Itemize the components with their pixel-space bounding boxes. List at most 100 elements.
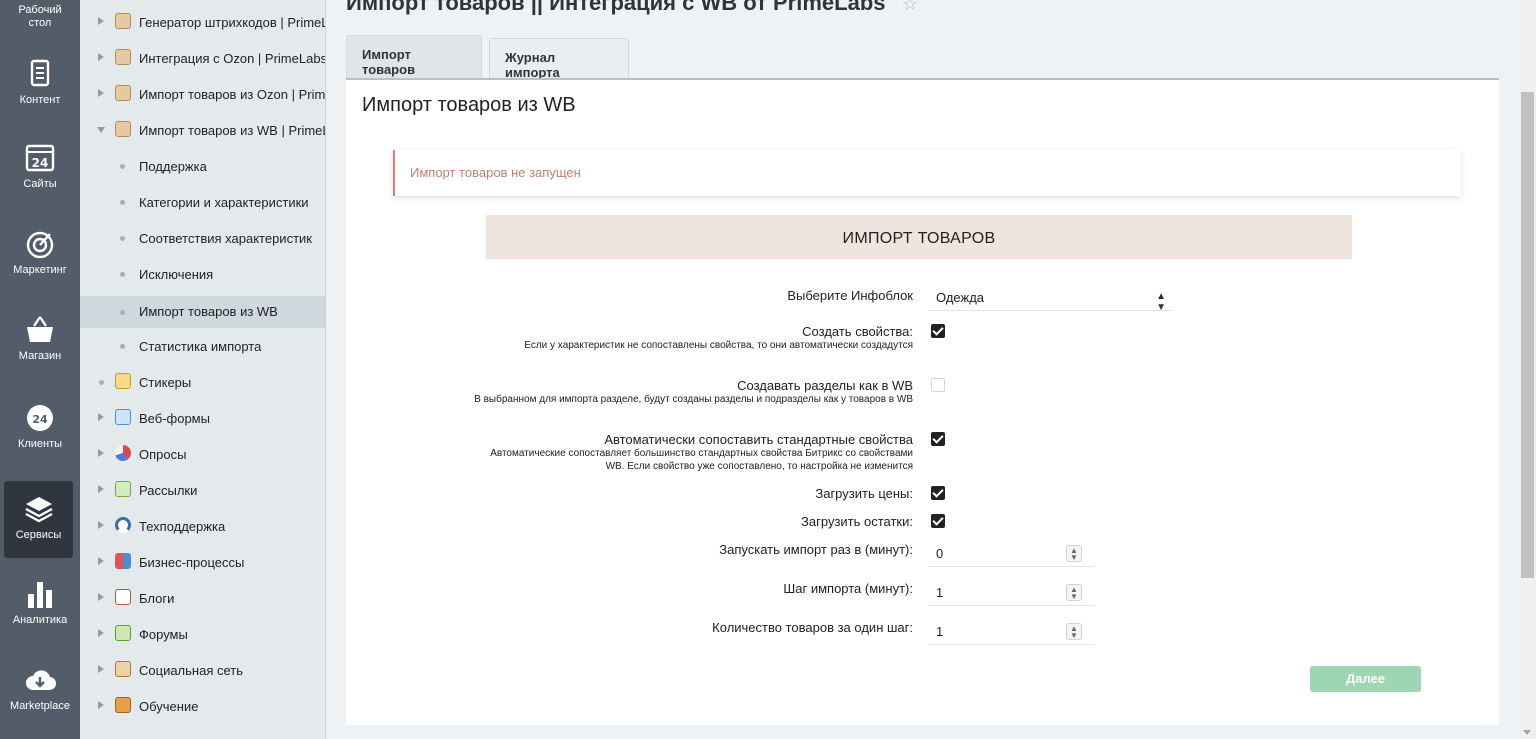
collapse-arrow-icon[interactable] [97,127,105,133]
star-icon[interactable]: ☆ [902,0,918,15]
nav-desktop-label: Рабочий стол [18,4,62,29]
tree-item-label: Соответствия характеристик [139,231,312,246]
tree-item-barcode[interactable]: Генератор штрихкодов | PrimeLabs [80,6,325,38]
svg-text:24: 24 [32,413,48,426]
expand-arrow-icon[interactable] [98,485,104,493]
page-title: Импорт товаров || Интеграция с WB от Pri… [346,0,886,15]
tree-item-matches[interactable]: Соответствия характеристик [80,222,325,254]
tree-item-wb-import[interactable]: Импорт товаров из WB | PrimeLabs [80,114,325,146]
auto-match-checkbox[interactable] [931,432,945,446]
tree-item-label: Опросы [139,447,187,462]
stepper-icon[interactable]: ▲ ▼ [1066,623,1082,640]
nav-marketplace[interactable]: Marketplace [0,664,80,713]
bullet-icon [120,310,125,315]
tree-item-ozon-import[interactable]: Импорт товаров из Ozon | PrimeLabs [80,78,326,110]
tab-import-log[interactable]: Журнал импорта [489,38,629,80]
next-button[interactable]: Далее [1310,666,1421,692]
book-icon [115,697,131,713]
tree-item-label: Стикеры [139,375,192,390]
tree-item-stickers[interactable]: Стикеры [80,366,325,398]
tree-item-label: Импорт товаров из Ozon | PrimeLabs [139,87,326,102]
module-icon [115,49,131,65]
interval-label: Запускать импорт раз в (минут): [719,542,913,557]
create-sections-checkbox[interactable] [931,378,945,392]
bullet-icon [99,380,104,385]
expand-arrow-icon[interactable] [98,53,104,61]
alert-text: Импорт товаров не запущен [410,165,581,180]
iblock-select[interactable]: Одежда ▲ ▼ [928,283,1172,313]
nav-content[interactable]: Контент [0,58,80,107]
expand-arrow-icon[interactable] [98,593,104,601]
expand-arrow-icon[interactable] [98,665,104,673]
expand-arrow-icon[interactable] [98,629,104,637]
nav-marketing[interactable]: Маркетинг [0,228,80,277]
tree-item-forums[interactable]: Форумы [80,618,325,650]
iblock-label: Выберите Инфоблок [787,288,913,303]
tree-item-polls[interactable]: Опросы [80,438,325,470]
create-sections-label: Создавать разделы как в WB [737,378,913,393]
tree-item-bizproc[interactable]: Бизнес-процессы [80,546,325,578]
nav-clients-label: Клиенты [17,438,63,450]
interval-value: 0 [936,546,944,561]
tree-item-import-stats[interactable]: Статистика импорта [80,330,325,362]
select-arrows-icon: ▲ ▼ [1156,291,1166,313]
interval-input[interactable]: 0 ▲ ▼ [928,539,1094,567]
tree-item-support[interactable]: Поддержка [80,150,325,182]
prices-checkbox[interactable] [931,486,945,500]
tree-item-wb-import-page[interactable]: Импорт товаров из WB [80,296,325,328]
nav-clients[interactable]: 24 Клиенты [0,402,80,451]
bar-chart-icon [28,582,52,608]
tree-item-helpdesk[interactable]: Техподдержка [80,510,325,542]
status-alert: Импорт товаров не запущен [393,150,1461,196]
create-sections-hint: В выбранном для импорта разделе, будут с… [474,394,913,405]
expand-arrow-icon[interactable] [98,521,104,529]
tree-item-mailing[interactable]: Рассылки [80,474,325,506]
module-icon [115,121,131,137]
prices-label: Загрузить цены: [815,486,913,501]
expand-arrow-icon[interactable] [98,89,104,97]
create-props-hint: Если у характеристик не сопоставлены сво… [524,340,913,351]
tree-item-label: Обучение [139,699,199,714]
tree-item-label: Генератор штрихкодов | PrimeLabs [139,15,325,30]
create-props-checkbox[interactable] [931,324,945,338]
tree-item-exceptions[interactable]: Исключения [80,258,325,290]
nav-analytics[interactable]: Аналитика [0,578,80,627]
tree-item-categories[interactable]: Категории и характеристики [80,186,325,218]
tree-item-label: Блоги [139,591,175,606]
stepper-icon[interactable]: ▲ ▼ [1066,545,1082,562]
expand-arrow-icon[interactable] [98,17,104,25]
tab-import[interactable]: Импорт товаров [346,35,482,79]
bullet-icon [120,236,125,241]
expand-arrow-icon[interactable] [98,701,104,709]
tree-item-webforms[interactable]: Веб-формы [80,402,325,434]
sticker-icon [115,373,131,389]
scrollbar-thumb[interactable] [1521,92,1534,578]
expand-arrow-icon[interactable] [98,557,104,565]
nav-services[interactable]: Сервисы [4,481,73,558]
tree-item-ozon-integration[interactable]: Интеграция с Ozon | PrimeLabs [80,42,325,74]
tree-item-label: Статистика импорта [139,339,262,354]
services-tree-menu: Генератор штрихкодов | PrimeLabs Интегра… [80,0,326,739]
tree-item-blogs[interactable]: Блоги [80,582,325,614]
page-scrollbar[interactable] [1519,0,1536,739]
auto-match-hint: Автоматические сопоставляет большинство … [490,448,913,472]
envelope-icon [115,481,131,497]
step-input[interactable]: 1 ▲ ▼ [928,578,1094,606]
scroll-down-icon[interactable] [1523,730,1531,735]
tree-item-learning[interactable]: Обучение [80,690,325,722]
stepper-icon[interactable]: ▲ ▼ [1066,584,1082,601]
iblock-select-value: Одежда [936,290,985,305]
nav-sites-label: Сайты [23,178,57,190]
count-value: 1 [936,624,944,639]
nav-sites[interactable]: 24 Сайты [0,142,80,191]
stocks-checkbox[interactable] [931,514,945,528]
tree-item-social[interactable]: Социальная сеть [80,654,325,686]
nav-desktop[interactable]: Рабочий стол [0,4,80,30]
nav-marketing-label: Маркетинг [13,264,67,276]
bullet-icon [120,164,125,169]
cloud-download-icon [26,670,56,691]
expand-arrow-icon[interactable] [98,449,104,457]
nav-shop[interactable]: Магазин [0,314,80,363]
expand-arrow-icon[interactable] [98,413,104,421]
count-input[interactable]: 1 ▲ ▼ [928,617,1094,645]
